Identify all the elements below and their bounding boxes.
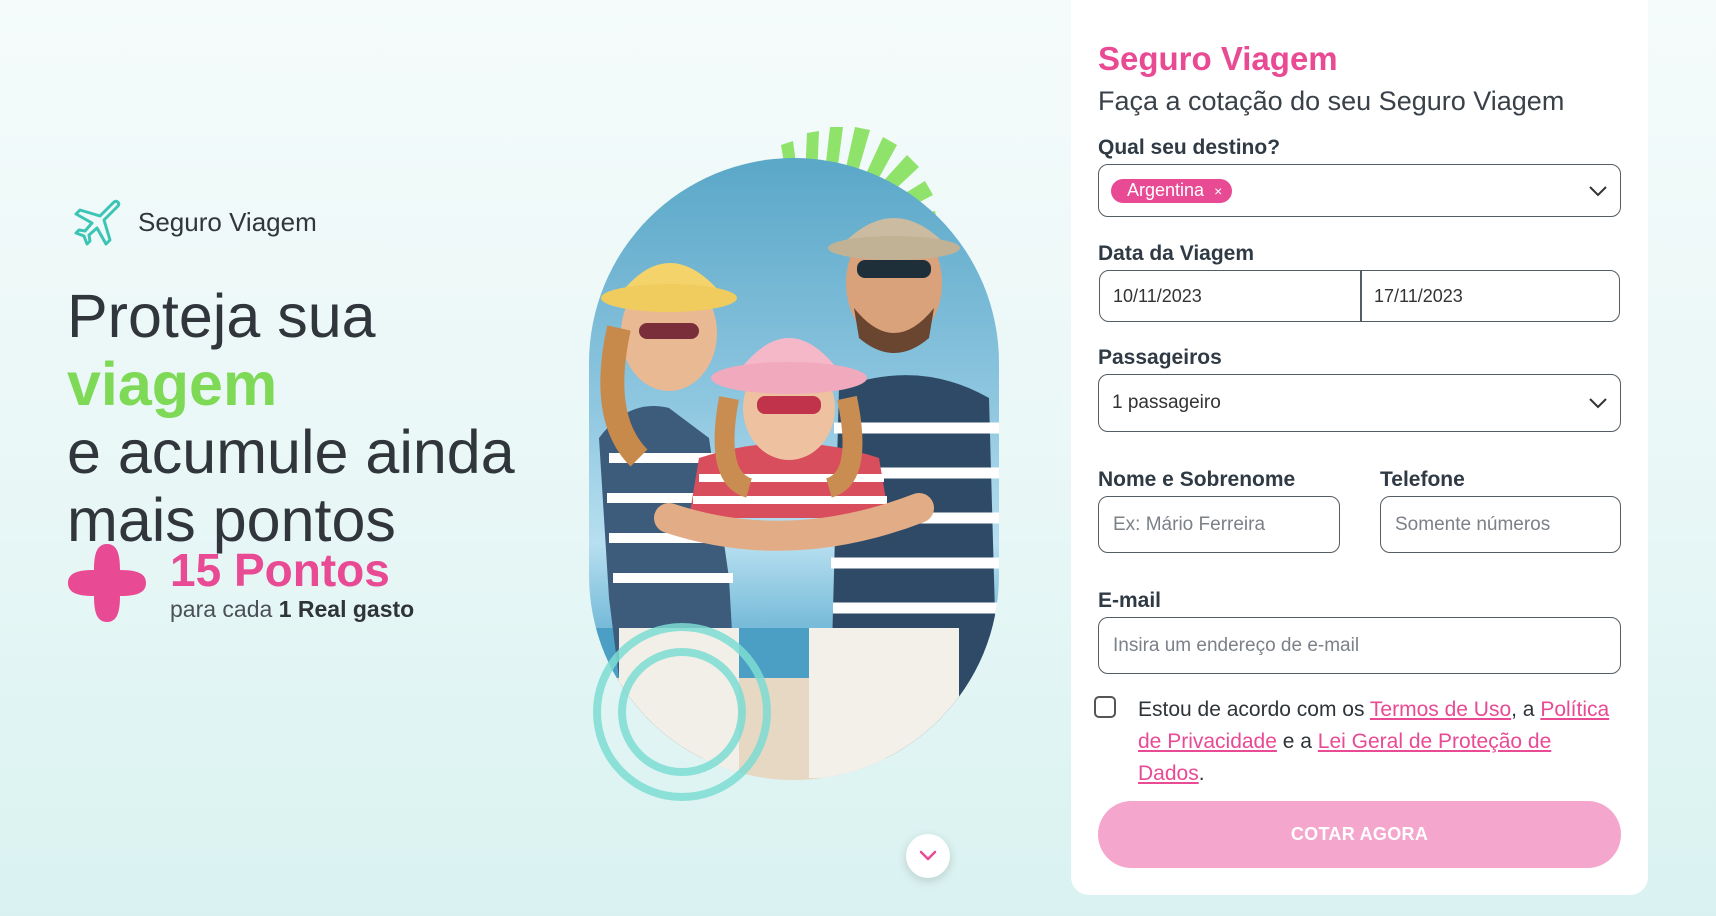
phone-input[interactable] — [1381, 497, 1620, 552]
name-field-wrap — [1098, 496, 1340, 553]
consent-block: Estou de acordo com os Termos de Uso, a … — [1094, 694, 1614, 790]
dates-label: Data da Viagem — [1098, 242, 1255, 265]
email-label: E-mail — [1098, 589, 1162, 612]
chevron-down-icon — [919, 850, 937, 861]
headline-text: Proteja sua — [67, 282, 376, 350]
headline-highlight: viagem — [67, 350, 278, 418]
points-sub-bold: 1 Real gasto — [278, 595, 415, 622]
consent-text: Estou de acordo com os Termos de Uso, a … — [1138, 694, 1614, 790]
end-date-input[interactable]: 17/11/2023 — [1361, 271, 1621, 321]
passengers-label: Passageiros — [1098, 346, 1222, 369]
name-input[interactable] — [1099, 497, 1339, 552]
consent-checkbox[interactable] — [1094, 696, 1116, 718]
points-sub-text: para cada — [170, 595, 279, 622]
name-label: Nome e Sobrenome — [1098, 468, 1296, 491]
scroll-down-button[interactable] — [906, 834, 950, 878]
plus-shape-icon — [68, 544, 146, 622]
airplane-icon — [74, 199, 121, 246]
terms-link[interactable]: Termos de Uso — [1370, 698, 1511, 721]
brand: Seguro Viagem — [70, 196, 317, 248]
chevron-down-icon — [1589, 185, 1607, 196]
consent-text-3: e a — [1276, 730, 1318, 753]
submit-quote-button[interactable]: COTAR AGORA — [1098, 801, 1621, 868]
headline-line2: e acumule ainda — [67, 418, 515, 486]
consent-text-2: , a — [1511, 698, 1541, 721]
hero-headline: Proteja sua viagem e acumule ainda mais … — [67, 282, 587, 554]
passengers-value: 1 passageiro — [1112, 392, 1221, 413]
consent-text-4: . — [1198, 762, 1205, 785]
destination-chip: Argentina × — [1111, 178, 1233, 203]
brand-name: Seguro Viagem — [138, 206, 317, 237]
phone-label: Telefone — [1380, 468, 1465, 491]
hero-photo-area — [585, 115, 1025, 815]
consent-text-1: Estou de acordo com os — [1138, 698, 1370, 721]
family-beach-photo — [589, 158, 999, 780]
phone-field-wrap — [1380, 496, 1621, 553]
points-subtitle: para cada 1 Real gasto — [170, 596, 414, 623]
destination-chip-label: Argentina — [1127, 180, 1205, 200]
chevron-down-icon — [1589, 398, 1607, 409]
quote-form-card: Seguro Viagem Faça a cotação do seu Segu… — [1071, 0, 1648, 895]
start-date-input[interactable]: 10/11/2023 — [1100, 271, 1360, 321]
destination-select[interactable]: Argentina × — [1098, 164, 1621, 217]
email-field-wrap — [1098, 617, 1621, 674]
email-input[interactable] — [1099, 618, 1620, 673]
points-amount: 15 Pontos — [170, 543, 390, 596]
chip-remove-icon[interactable]: × — [1214, 183, 1222, 199]
points-promo: 15 Pontos para cada 1 Real gasto — [66, 542, 414, 624]
passengers-select[interactable]: 1 passageiro — [1098, 374, 1621, 432]
destination-label: Qual seu destino? — [1098, 136, 1281, 159]
date-range-field: 10/11/2023 17/11/2023 — [1099, 270, 1620, 322]
form-subtitle: Faça a cotação do seu Seguro Viagem — [1098, 86, 1565, 116]
form-title: Seguro Viagem — [1098, 40, 1338, 77]
